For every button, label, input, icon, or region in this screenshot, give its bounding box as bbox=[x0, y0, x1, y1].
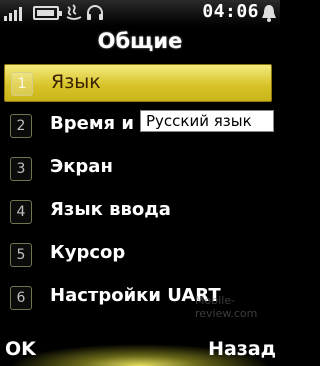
tooltip: Русский язык bbox=[140, 110, 274, 132]
status-bar: 04:06 bbox=[0, 0, 280, 26]
page-title: Общие bbox=[97, 29, 183, 53]
item-label: Язык bbox=[51, 71, 101, 93]
watermark: Mobile-review.com bbox=[195, 294, 258, 320]
headset-icon bbox=[87, 5, 103, 20]
softkey-bar: OK Назад bbox=[0, 334, 280, 366]
item-number: 4 bbox=[10, 200, 32, 224]
alarm-icon bbox=[262, 5, 276, 22]
item-number: 2 bbox=[10, 114, 32, 138]
menu-item-input-language[interactable]: 4 Язык ввода bbox=[4, 193, 272, 231]
item-number: 5 bbox=[10, 243, 32, 267]
menu-item-cursor[interactable]: 5 Курсор bbox=[4, 236, 272, 274]
java-icon bbox=[66, 4, 82, 20]
battery-icon bbox=[33, 6, 62, 20]
menu-item-screen[interactable]: 3 Экран bbox=[4, 150, 272, 188]
item-label: Курсор bbox=[50, 242, 126, 263]
item-label: Экран bbox=[50, 156, 113, 177]
signal-icon bbox=[4, 7, 22, 21]
ok-softkey[interactable]: OK bbox=[5, 338, 36, 360]
clock: 04:06 bbox=[202, 1, 259, 22]
back-softkey[interactable]: Назад bbox=[208, 338, 276, 360]
item-label: Язык ввода bbox=[50, 199, 171, 220]
item-number: 1 bbox=[11, 72, 33, 96]
item-number: 3 bbox=[10, 157, 32, 181]
menu-item-language[interactable]: 1 Язык bbox=[4, 64, 272, 102]
item-number: 6 bbox=[10, 286, 32, 310]
